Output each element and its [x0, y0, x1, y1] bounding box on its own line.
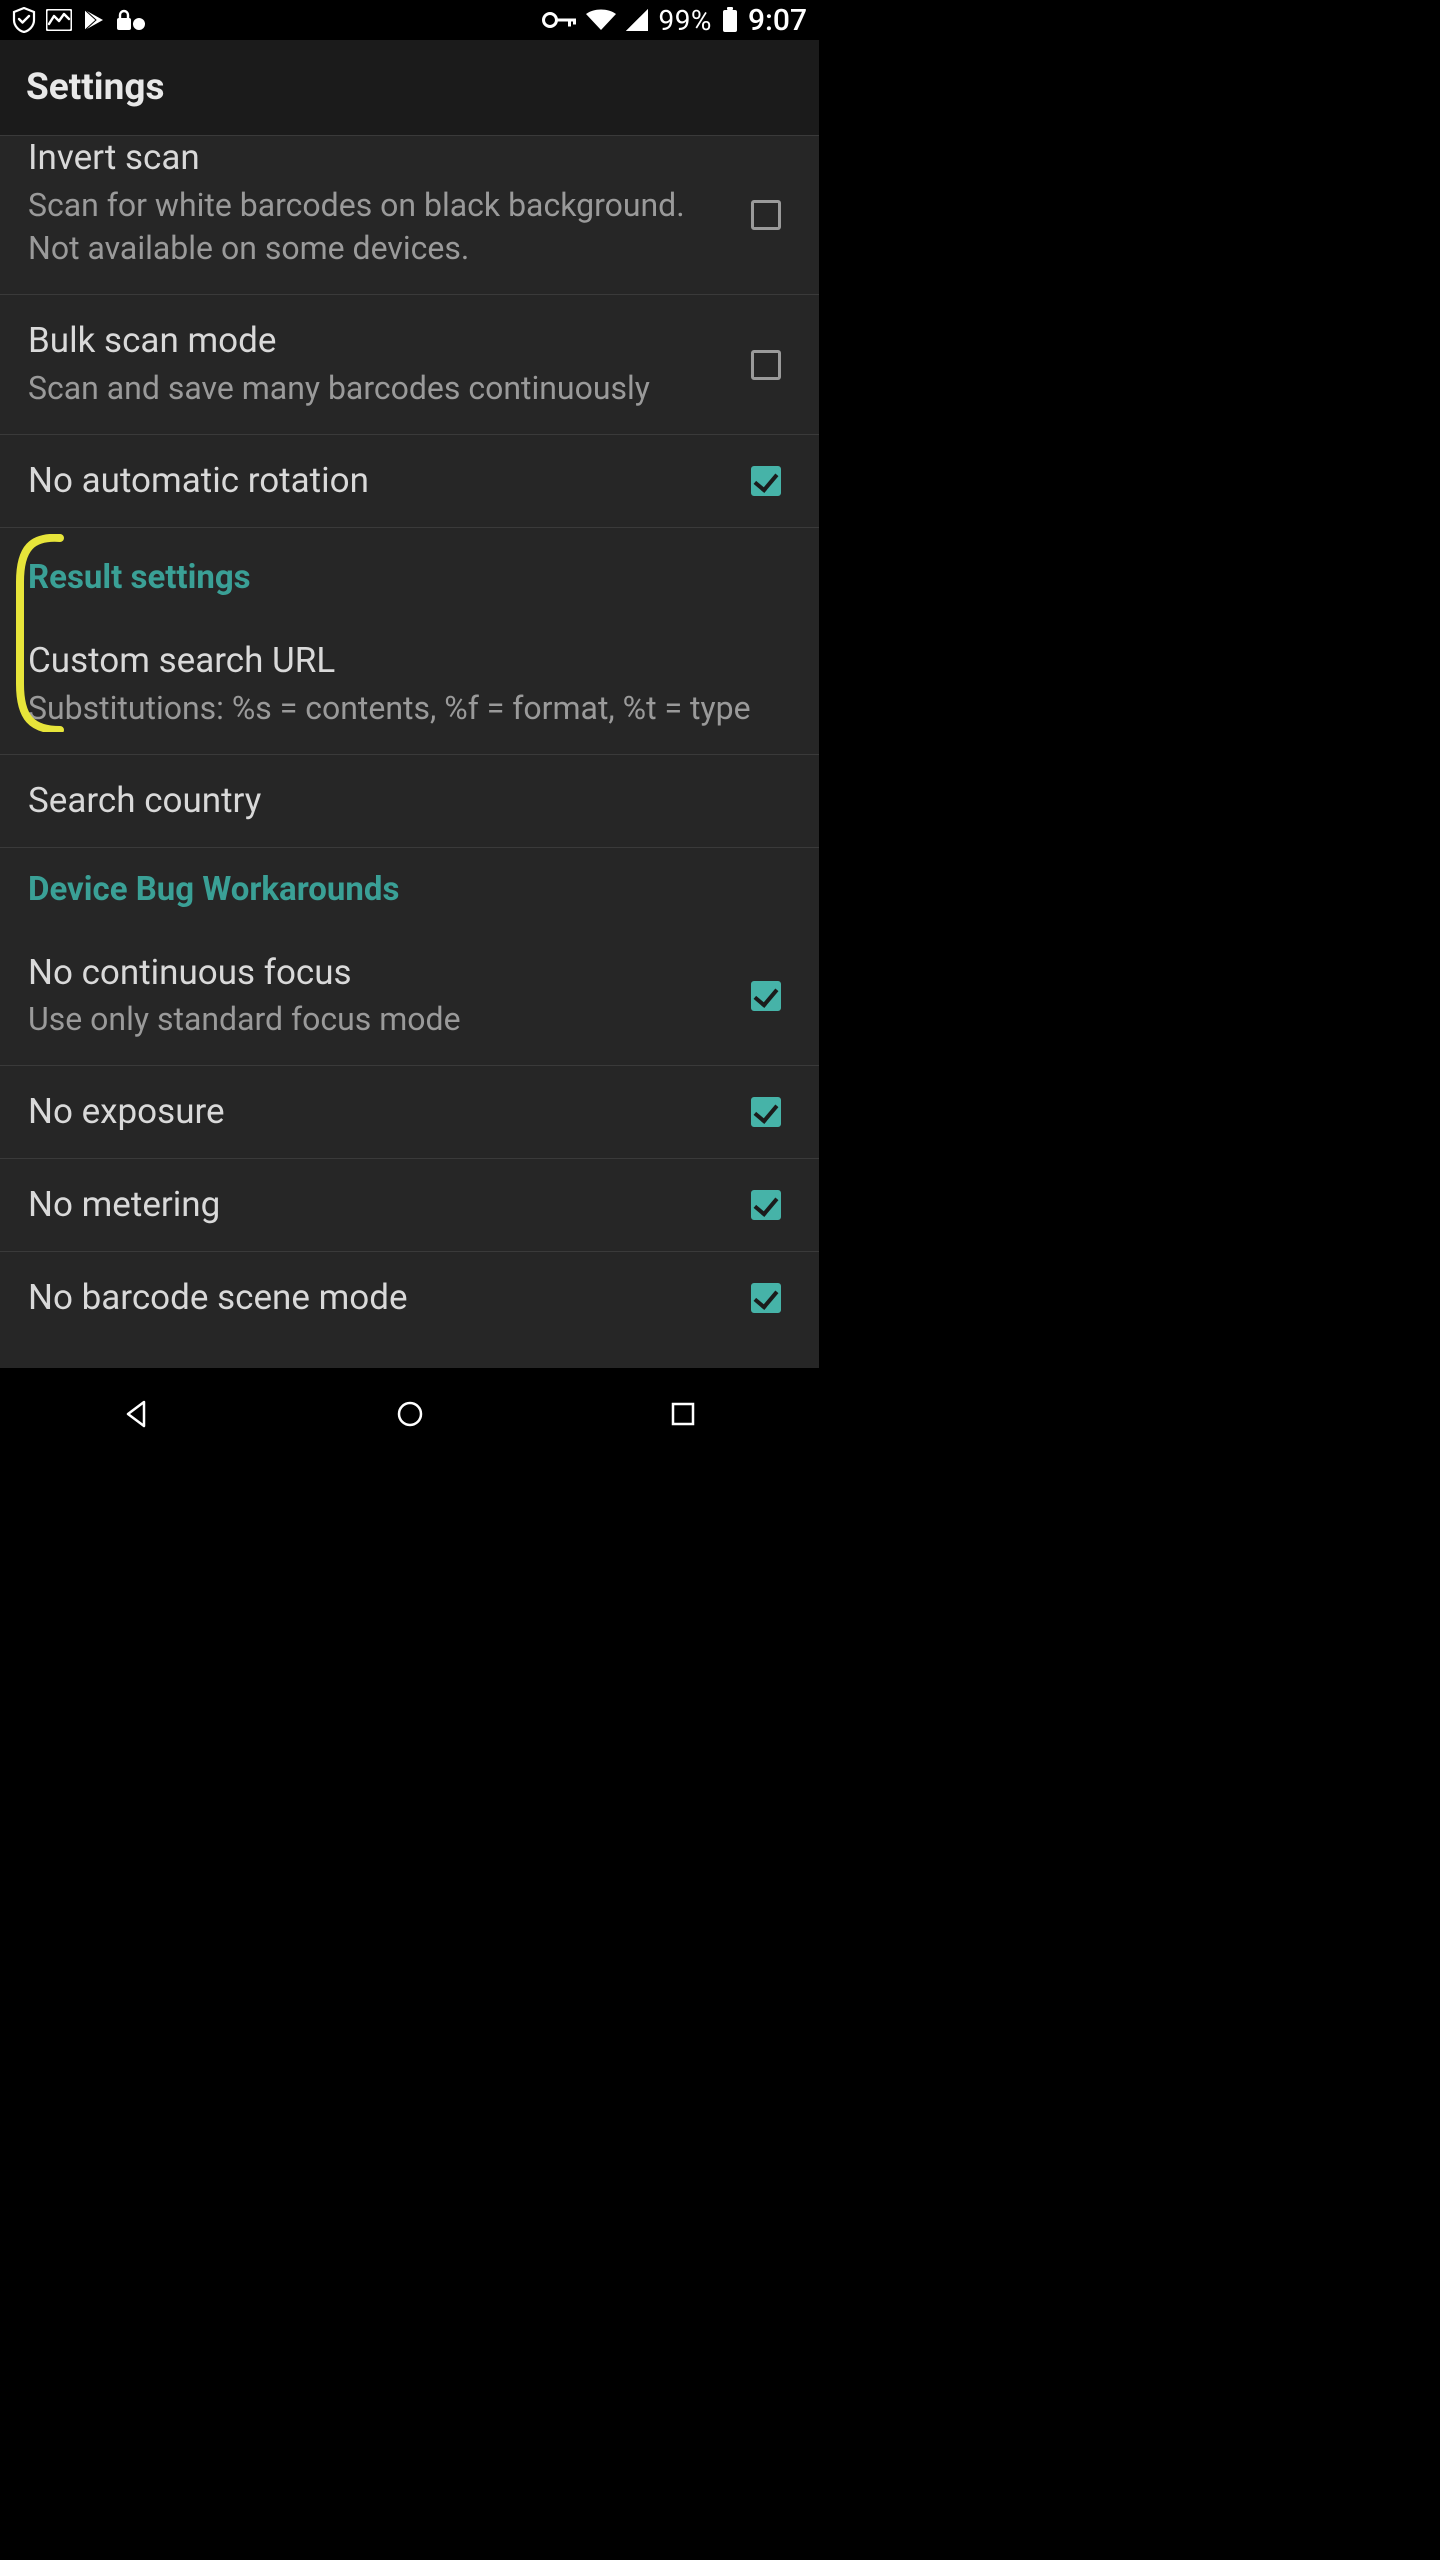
settings-list[interactable]: Invert scan Scan for white barcodes on b…: [0, 136, 819, 1368]
setting-title: Invert scan: [28, 136, 699, 180]
wifi-icon: [586, 9, 616, 31]
key-icon: [542, 11, 576, 29]
checkbox[interactable]: [751, 466, 781, 496]
setting-title: Search country: [28, 779, 791, 823]
nav-bar: [0, 1368, 819, 1460]
setting-no-barcode-scene[interactable]: No barcode scene mode: [0, 1252, 819, 1344]
setting-subtitle: Use only standard focus mode: [28, 998, 699, 1041]
vpn-lock-icon: [116, 9, 146, 31]
setting-invert-scan[interactable]: Invert scan Scan for white barcodes on b…: [0, 136, 819, 295]
setting-title: No barcode scene mode: [28, 1276, 699, 1320]
nav-back-button[interactable]: [97, 1392, 177, 1436]
setting-title: No exposure: [28, 1090, 699, 1134]
checkbox[interactable]: [751, 1283, 781, 1313]
setting-no-auto-rotation[interactable]: No automatic rotation: [0, 435, 819, 528]
setting-no-continuous-focus[interactable]: No continuous focus Use only standard fo…: [0, 927, 819, 1067]
checkbox[interactable]: [751, 1097, 781, 1127]
app-bar: Settings: [0, 40, 819, 136]
checkbox[interactable]: [751, 200, 781, 230]
page-title: Settings: [26, 66, 164, 109]
checkbox[interactable]: [751, 350, 781, 380]
battery-icon: [722, 7, 738, 33]
play-store-icon: [82, 8, 106, 32]
setting-subtitle: Scan and save many barcodes continuously: [28, 367, 699, 410]
shield-icon: [12, 7, 36, 33]
setting-title: Bulk scan mode: [28, 319, 699, 363]
chart-icon: [46, 9, 72, 31]
nav-recents-button[interactable]: [643, 1392, 723, 1436]
battery-percent: 99%: [658, 4, 711, 37]
setting-title: No continuous focus: [28, 951, 699, 995]
setting-title: Custom search URL: [28, 639, 791, 683]
setting-title: No metering: [28, 1183, 699, 1227]
setting-bulk-scan[interactable]: Bulk scan mode Scan and save many barcod…: [0, 295, 819, 435]
status-bar: 99% 9:07: [0, 0, 819, 40]
setting-no-metering[interactable]: No metering: [0, 1159, 819, 1252]
status-clock: 9:07: [748, 3, 807, 38]
setting-no-exposure[interactable]: No exposure: [0, 1066, 819, 1159]
checkbox[interactable]: [751, 1190, 781, 1220]
setting-title: No automatic rotation: [28, 459, 699, 503]
cell-signal-icon: [626, 9, 648, 31]
section-header-result: Result settings: [0, 528, 819, 615]
setting-custom-search-url[interactable]: Custom search URL Substitutions: %s = co…: [0, 615, 819, 755]
nav-home-button[interactable]: [370, 1392, 450, 1436]
section-header-device: Device Bug Workarounds: [0, 848, 819, 927]
setting-search-country[interactable]: Search country: [0, 755, 819, 848]
setting-subtitle: Scan for white barcodes on black backgro…: [28, 184, 699, 270]
setting-subtitle: Substitutions: %s = contents, %f = forma…: [28, 687, 791, 730]
checkbox[interactable]: [751, 981, 781, 1011]
